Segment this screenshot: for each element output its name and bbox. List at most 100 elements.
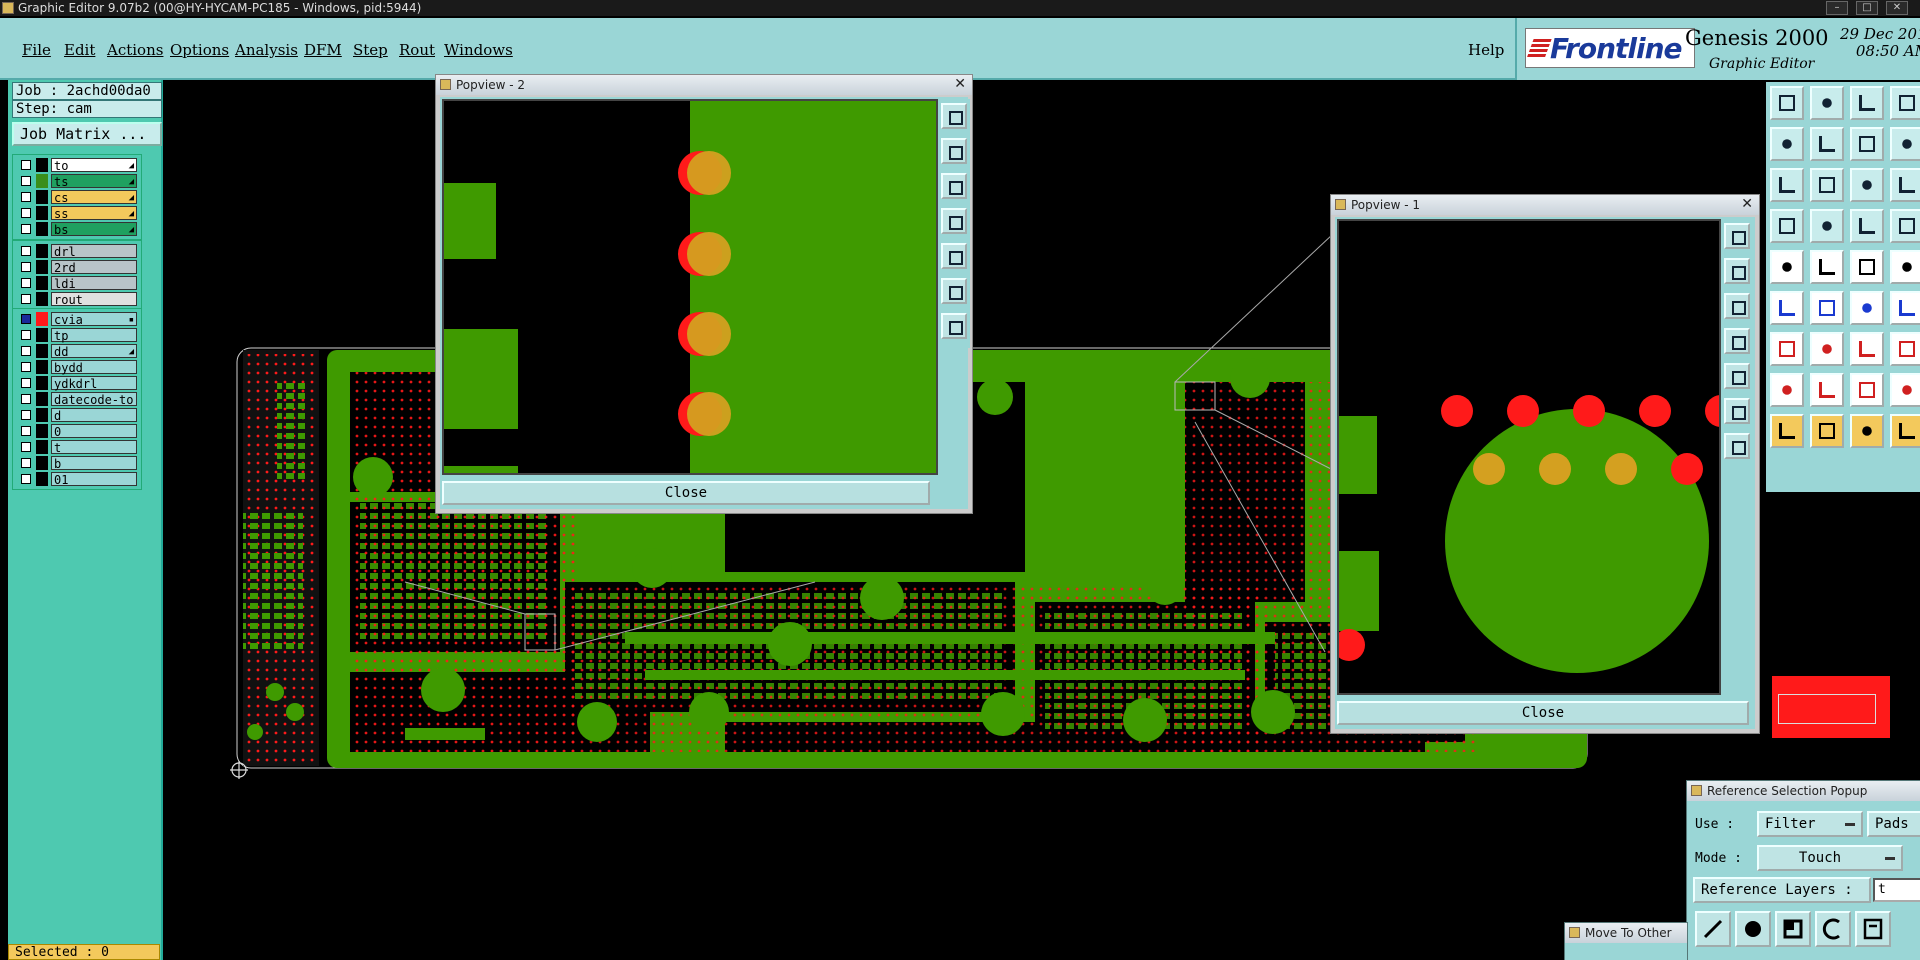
layer-color-swatch[interactable]	[36, 206, 48, 220]
layer-checkbox[interactable]	[21, 330, 31, 340]
pv2-tool-1[interactable]	[941, 103, 967, 129]
layer-row-01[interactable]: 01	[15, 471, 139, 487]
layer-checkbox[interactable]	[21, 474, 31, 484]
pv1-tool-7[interactable]	[1724, 433, 1750, 459]
tool-button-r6-c3[interactable]	[1850, 291, 1884, 325]
layer-color-swatch[interactable]	[36, 158, 48, 172]
layer-color-swatch[interactable]	[36, 312, 48, 326]
pv2-tool-4[interactable]	[941, 208, 967, 234]
popview-2-view[interactable]	[442, 99, 938, 475]
tool-button-r3-c4[interactable]	[1890, 168, 1920, 202]
tool-button-r5-c2[interactable]	[1810, 250, 1844, 284]
tool-button-r8-c2[interactable]	[1810, 373, 1844, 407]
maximize-button[interactable]: □	[1856, 1, 1878, 15]
layer-color-swatch[interactable]	[36, 190, 48, 204]
tool-button-r7-c3[interactable]	[1850, 332, 1884, 366]
tool-button-r4-c2[interactable]	[1810, 209, 1844, 243]
layer-name[interactable]: bs ◢	[51, 222, 137, 237]
reference-layers-input[interactable]: t	[1873, 878, 1920, 902]
tool-button-r9-c3[interactable]	[1850, 414, 1884, 448]
layer-row-rout[interactable]: rout	[15, 291, 139, 307]
layer-checkbox[interactable]	[21, 208, 31, 218]
close-window-button[interactable]: ✕	[1886, 1, 1908, 15]
layer-row-dd[interactable]: dd ◢	[15, 343, 139, 359]
layer-checkbox[interactable]	[21, 346, 31, 356]
use-filter-dropdown[interactable]: Filter	[1757, 811, 1863, 837]
tool-button-r6-c2[interactable]	[1810, 291, 1844, 325]
layer-color-swatch[interactable]	[36, 424, 48, 438]
tool-button-r2-c2[interactable]	[1810, 127, 1844, 161]
tool-button-r2-c3[interactable]	[1850, 127, 1884, 161]
pv1-tool-6[interactable]	[1724, 398, 1750, 424]
ref-pad-tool[interactable]	[1735, 911, 1771, 947]
layer-name[interactable]: to ◢	[51, 158, 137, 173]
layer-checkbox[interactable]	[21, 278, 31, 288]
layer-color-swatch[interactable]	[36, 408, 48, 422]
tool-button-r5-c4[interactable]	[1890, 250, 1920, 284]
layer-name[interactable]: ss ◢	[51, 206, 137, 221]
popview-2-titlebar[interactable]: Popview - 2 ✕	[436, 75, 972, 95]
pv2-tool-6[interactable]	[941, 278, 967, 304]
layer-name[interactable]: drl	[51, 244, 137, 259]
layer-checkbox[interactable]	[21, 378, 31, 388]
tool-button-r4-c1[interactable]	[1770, 209, 1804, 243]
tool-button-r9-c4[interactable]	[1890, 414, 1920, 448]
layer-color-swatch[interactable]	[36, 260, 48, 274]
layer-checkbox[interactable]	[21, 442, 31, 452]
popview-1-view[interactable]	[1337, 219, 1721, 695]
layer-name[interactable]: 2rd	[51, 260, 137, 275]
layer-color-swatch[interactable]	[36, 276, 48, 290]
tool-button-r4-c3[interactable]	[1850, 209, 1884, 243]
tool-button-r3-c2[interactable]	[1810, 168, 1844, 202]
reference-layers-button[interactable]: Reference Layers :	[1693, 877, 1871, 903]
close-icon[interactable]: ✕	[954, 75, 966, 93]
layer-checkbox[interactable]	[21, 262, 31, 272]
layer-checkbox[interactable]	[21, 314, 31, 324]
pv2-tool-3[interactable]	[941, 173, 967, 199]
popview-1-titlebar[interactable]: Popview - 1 ✕	[1331, 195, 1759, 215]
tool-button-r6-c4[interactable]	[1890, 291, 1920, 325]
tool-button-r2-c1[interactable]	[1770, 127, 1804, 161]
tool-button-r1-c3[interactable]	[1850, 86, 1884, 120]
layer-name[interactable]: cs ◢	[51, 190, 137, 205]
pv1-tool-5[interactable]	[1724, 363, 1750, 389]
layer-row-cvia[interactable]: cvia ▪	[15, 311, 139, 327]
menu-rout[interactable]: Rout	[399, 38, 435, 62]
menu-actions[interactable]: Actions	[107, 38, 163, 62]
pv1-tool-4[interactable]	[1724, 328, 1750, 354]
layer-row-bydd[interactable]: bydd	[15, 359, 139, 375]
layer-name[interactable]: bydd	[51, 360, 137, 375]
layer-checkbox[interactable]	[21, 426, 31, 436]
menu-help[interactable]: Help	[1468, 38, 1504, 62]
menu-dfm[interactable]: DFM	[304, 38, 342, 62]
tool-button-r8-c1[interactable]	[1770, 373, 1804, 407]
menu-analysis[interactable]: Analysis	[235, 38, 298, 62]
layer-color-swatch[interactable]	[36, 472, 48, 486]
layer-name[interactable]: 01	[51, 472, 137, 487]
layer-color-swatch[interactable]	[36, 440, 48, 454]
reference-popup-titlebar[interactable]: Reference Selection Popup	[1687, 781, 1920, 801]
layer-checkbox[interactable]	[21, 176, 31, 186]
layer-checkbox[interactable]	[21, 458, 31, 468]
tool-button-r4-c4[interactable]	[1890, 209, 1920, 243]
pv2-tool-7[interactable]	[941, 313, 967, 339]
ref-text-tool[interactable]	[1855, 911, 1891, 947]
layer-color-swatch[interactable]	[36, 392, 48, 406]
layer-row-bs[interactable]: bs ◢	[15, 221, 139, 237]
tool-button-r9-c2[interactable]	[1810, 414, 1844, 448]
menu-file[interactable]: File	[22, 38, 51, 62]
layer-checkbox[interactable]	[21, 394, 31, 404]
layer-name[interactable]: dd ◢	[51, 344, 137, 359]
pads-button[interactable]: Pads	[1867, 811, 1920, 837]
layer-row-0[interactable]: 0	[15, 423, 139, 439]
ref-line-tool[interactable]	[1695, 911, 1731, 947]
popview-1-close-button[interactable]: Close	[1337, 701, 1749, 725]
layer-row-ts[interactable]: ts ◢	[15, 173, 139, 189]
layer-name[interactable]: datecode-to	[51, 392, 137, 407]
move-to-other-titlebar[interactable]: Move To Other	[1565, 923, 1687, 943]
layer-row-datecode-to[interactable]: datecode-to	[15, 391, 139, 407]
layer-name[interactable]: ldi	[51, 276, 137, 291]
tool-button-r5-c3[interactable]	[1850, 250, 1884, 284]
layer-name[interactable]: rout	[51, 292, 137, 307]
tool-button-r9-c1[interactable]	[1770, 414, 1804, 448]
